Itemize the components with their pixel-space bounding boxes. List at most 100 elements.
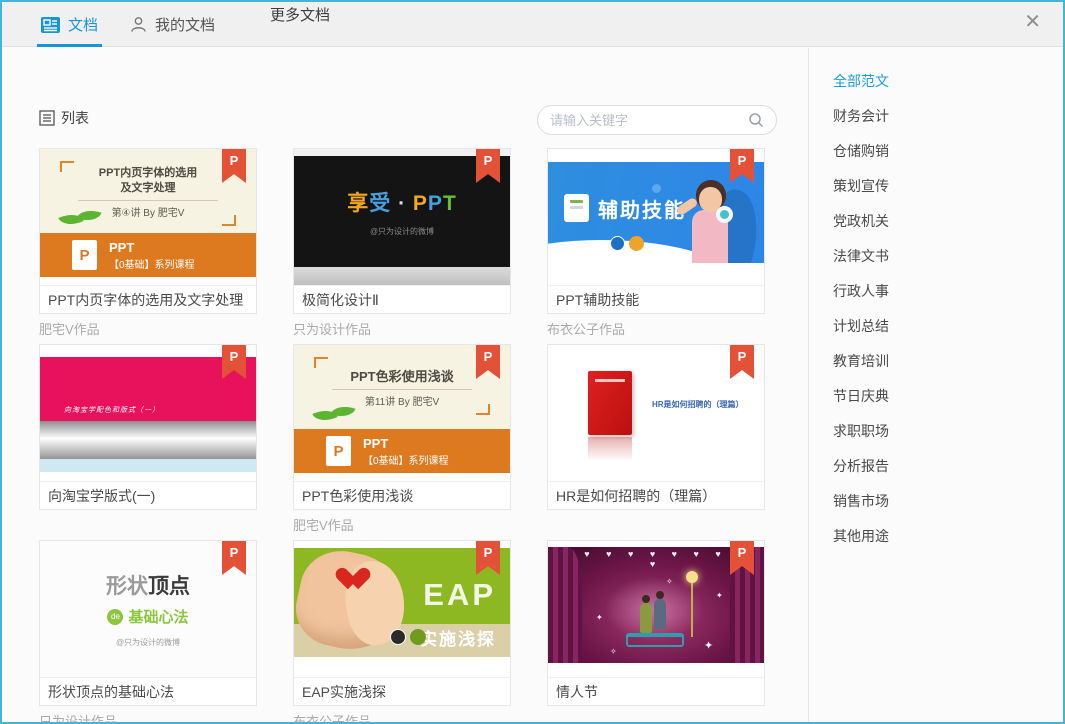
search-input[interactable] xyxy=(550,113,748,128)
tab-documents[interactable]: 文档 xyxy=(37,2,102,47)
category-sidebar: 全部范文 财务会计 仓储购销 策划宣传 党政机关 法律文书 行政人事 计划总结 … xyxy=(808,48,1061,722)
banner-subtitle: 【0基础】系列课程 xyxy=(363,452,449,467)
decorative-strip xyxy=(294,473,510,481)
bracket-decoration xyxy=(314,357,328,368)
sidebar-item-sales[interactable]: 销售市场 xyxy=(833,484,1061,519)
couple-illustration xyxy=(654,599,666,629)
document-badge-icon xyxy=(564,194,589,222)
sidebar-item-government[interactable]: 党政机关 xyxy=(833,204,1061,239)
template-card-ppt-skills[interactable]: P 辅助技能 PPT辅助技能 xyxy=(547,148,765,314)
template-card-taobao-layout[interactable]: P 向淘宝学配色和版式（一） 向淘宝学版式(一) xyxy=(39,344,257,510)
de-badge-icon: de xyxy=(107,609,123,625)
decorative-strip xyxy=(294,267,510,285)
bookmark-ribbon-icon: P xyxy=(222,541,246,575)
sidebar-item-other[interactable]: 其他用途 xyxy=(833,519,1061,554)
search-icon[interactable] xyxy=(748,112,764,128)
search-box[interactable] xyxy=(537,105,777,135)
sparkle-icon: ✦ xyxy=(704,639,713,652)
template-cell: P PPT内页字体的选用 及文字处理 第④讲 By 肥宅V P xyxy=(39,148,257,344)
card-title: 极简化设计Ⅱ xyxy=(294,285,510,313)
sidebar-item-job[interactable]: 求职职场 xyxy=(833,414,1061,449)
sidebar-item-warehouse[interactable]: 仓储购销 xyxy=(833,134,1061,169)
thumb-subtitle: 基础心法 xyxy=(128,606,188,627)
cyan-band xyxy=(40,459,256,472)
tab-my-documents[interactable]: 我的文档 xyxy=(130,2,215,47)
thumbnail: P HR是如何招聘的（理篇） xyxy=(548,345,764,481)
sparkle-icon: ✧ xyxy=(666,577,673,586)
card-title: PPT色彩使用浅谈 xyxy=(294,481,510,509)
card-author: 布衣公子作品 xyxy=(547,319,765,338)
lamp-icon xyxy=(686,571,698,583)
card-title: 形状顶点的基础心法 xyxy=(40,677,256,705)
close-icon[interactable]: ✕ xyxy=(1024,12,1041,32)
active-tab-underline xyxy=(37,44,102,47)
thumbnail: P 辅助技能 xyxy=(548,149,764,285)
sidebar-item-all[interactable]: 全部范文 xyxy=(833,64,1061,99)
bracket-decoration xyxy=(222,215,236,226)
template-card-valentine[interactable]: P ♥ ♥ ♥ ♥ ♥ ♥ ♥ ♥ ✦ ✦ xyxy=(547,540,765,706)
sidebar-item-plan-summary[interactable]: 计划总结 xyxy=(833,309,1061,344)
sidebar-item-education[interactable]: 教育培训 xyxy=(833,344,1061,379)
template-card-ppt-colors[interactable]: P PPT色彩使用浅谈 第11讲 By 肥宅V P PPT xyxy=(293,344,511,510)
heart-icon xyxy=(340,559,366,583)
template-card-eap[interactable]: P EAP 实施浅探 EAP实施浅探 xyxy=(293,540,511,706)
leaf-icon xyxy=(60,207,104,229)
template-card-shape-vertex[interactable]: P 形状顶点 de 基础心法 @只为设计的微博 形状顶点的基础心法 xyxy=(39,540,257,706)
decorative-strip xyxy=(40,277,256,285)
thumbnail: P 享受 · PPT @只为设计的微博 xyxy=(294,149,510,285)
sparkle-icon: ✦ xyxy=(596,613,603,622)
author-badges xyxy=(610,236,644,251)
author-badges xyxy=(390,629,426,645)
banner-title: PPT xyxy=(363,436,449,451)
thumbnail: P 形状顶点 de 基础心法 @只为设计的微博 xyxy=(40,541,256,677)
list-icon xyxy=(39,110,55,126)
card-title: PPT内页字体的选用及文字处理 xyxy=(40,285,256,313)
thumb-headline: 形状顶点 xyxy=(106,570,190,600)
curtain-decoration xyxy=(548,547,582,663)
thumb-subtext: @只为设计的微博 xyxy=(370,226,434,237)
thumbnail: P PPT内页字体的选用 及文字处理 第④讲 By 肥宅V P xyxy=(40,149,256,285)
couple-illustration xyxy=(640,603,652,633)
book-reflection xyxy=(588,437,632,461)
banner-subtitle: 【0基础】系列课程 xyxy=(109,256,195,271)
sidebar-item-planning[interactable]: 策划宣传 xyxy=(833,169,1061,204)
template-card-hr-recruiting[interactable]: P HR是如何招聘的（理篇） HR是如何招聘的（理篇） xyxy=(547,344,765,510)
hearts-garland-icon: ♥ ♥ ♥ ♥ ♥ ♥ ♥ ♥ xyxy=(578,549,734,569)
card-author: 只为设计作品 xyxy=(39,711,257,724)
sidebar-item-legal[interactable]: 法律文书 xyxy=(833,239,1061,274)
card-author: 布衣公子作品 xyxy=(293,711,511,724)
bracket-decoration xyxy=(60,161,74,172)
sidebar-item-hr-admin[interactable]: 行政人事 xyxy=(833,274,1061,309)
tab-my-documents-label: 我的文档 xyxy=(155,14,215,35)
thumbnail: P 向淘宝学配色和版式（一） xyxy=(40,345,256,481)
more-documents-link[interactable]: 更多文档 xyxy=(270,4,330,25)
card-title: EAP实施浅探 xyxy=(294,677,510,705)
main-content: 列表 P PPT内页字体的选用 及文字处理 xyxy=(2,48,808,722)
top-tab-bar: 文档 我的文档 更多文档 ✕ xyxy=(2,2,1063,47)
template-card-ppt-fonts[interactable]: P PPT内页字体的选用 及文字处理 第④讲 By 肥宅V P xyxy=(39,148,257,314)
divider xyxy=(332,389,472,390)
template-cell: P HR是如何招聘的（理篇） HR是如何招聘的（理篇） xyxy=(547,344,765,540)
divider xyxy=(78,200,218,201)
person-icon xyxy=(130,16,147,33)
thumb-subtext: @只为设计的微博 xyxy=(116,637,180,648)
list-view-label: 列表 xyxy=(61,108,89,128)
thumbnail: P PPT色彩使用浅谈 第11讲 By 肥宅V P PPT xyxy=(294,345,510,481)
thumb-banner: P PPT 【0基础】系列课程 xyxy=(294,429,510,473)
card-title: PPT辅助技能 xyxy=(548,285,764,313)
sidebar-item-finance[interactable]: 财务会计 xyxy=(833,99,1061,134)
red-book-illustration xyxy=(588,371,632,435)
thumb-headline: 享受 · PPT xyxy=(347,187,457,217)
sidebar-item-analysis[interactable]: 分析报告 xyxy=(833,449,1061,484)
list-view-button[interactable]: 列表 xyxy=(39,108,89,128)
thumb-caption: HR是如何招聘的（理篇） xyxy=(652,399,744,410)
sidebar-item-festival[interactable]: 节日庆典 xyxy=(833,379,1061,414)
sparkle-icon: ✧ xyxy=(610,647,617,656)
template-cell: P 形状顶点 de 基础心法 @只为设计的微博 形状顶点的基础心法 只为设计作品 xyxy=(39,540,257,724)
template-cell: P ♥ ♥ ♥ ♥ ♥ ♥ ♥ ♥ ✦ ✦ xyxy=(547,540,765,724)
lamp-post xyxy=(691,581,693,637)
template-card-minimal-design[interactable]: P 享受 · PPT @只为设计的微博 极简化设计Ⅱ xyxy=(293,148,511,314)
template-cell: P PPT色彩使用浅谈 第11讲 By 肥宅V P PPT xyxy=(293,344,511,540)
card-title: HR是如何招聘的（理篇） xyxy=(548,481,764,509)
bench-illustration xyxy=(626,633,684,647)
